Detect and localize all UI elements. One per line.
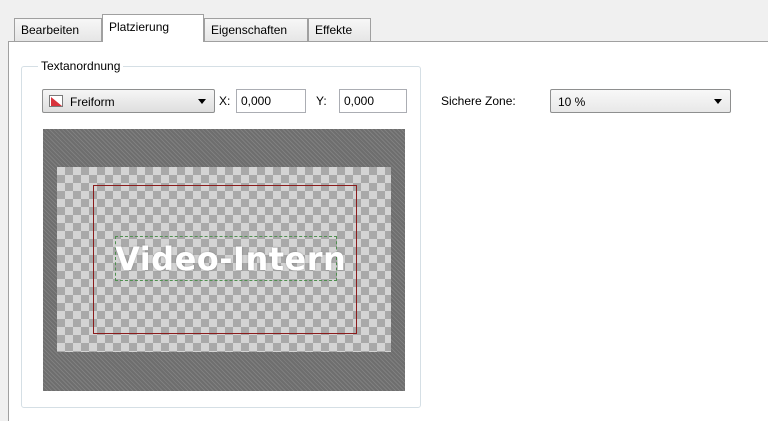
chevron-down-icon (198, 99, 206, 104)
safe-zone-label: Sichere Zone: (441, 94, 516, 108)
y-input[interactable]: 0,000 (339, 89, 407, 113)
safe-zone-value: 10 % (558, 95, 586, 109)
placement-mode-value: Freiform (70, 95, 115, 109)
y-label: Y: (316, 94, 327, 108)
preview-text: Video-Intern (115, 240, 347, 278)
freeform-icon (49, 95, 63, 107)
tab-platzierung[interactable]: Platzierung (102, 14, 204, 42)
tab-eigenschaften[interactable]: Eigenschaften (204, 18, 308, 41)
tab-effekte[interactable]: Effekte (308, 18, 371, 41)
x-label: X: (219, 94, 231, 108)
tab-bearbeiten[interactable]: Bearbeiten (14, 18, 102, 41)
x-input[interactable]: 0,000 (236, 89, 306, 113)
group-title: Textanordnung (38, 59, 124, 73)
placement-preview[interactable]: Video-Intern (43, 129, 405, 391)
chevron-down-icon (714, 99, 722, 104)
placement-mode-select[interactable]: Freiform (42, 89, 215, 113)
safe-zone-select[interactable]: 10 % (550, 89, 731, 113)
